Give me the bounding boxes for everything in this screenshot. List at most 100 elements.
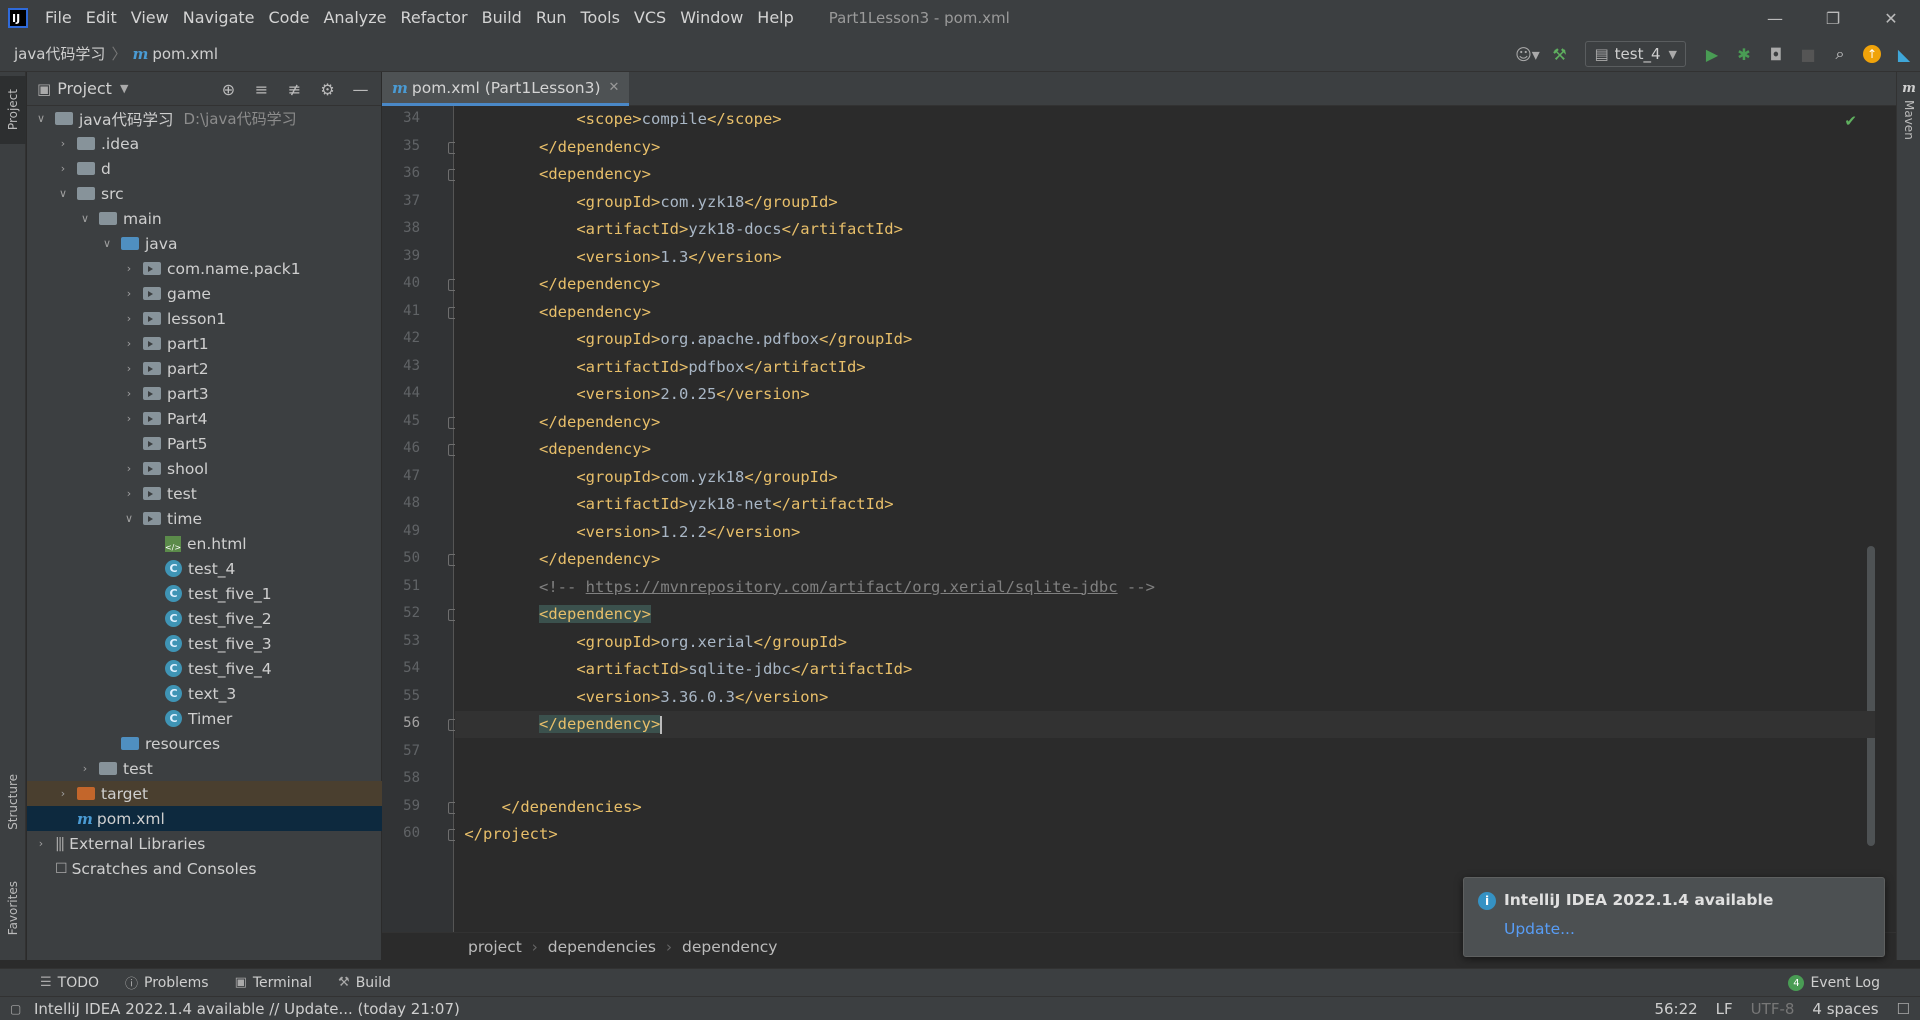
status-message[interactable]: IntelliJ IDEA 2022.1.4 available // Upda… xyxy=(34,1000,460,1018)
tree-item[interactable]: Ctest_five_1 xyxy=(27,581,382,606)
nav-crumb-file[interactable]: pom.xml xyxy=(152,45,218,63)
search-icon[interactable]: ⌕ xyxy=(1824,40,1856,68)
indent-setting[interactable]: 4 spaces xyxy=(1812,1000,1878,1018)
tree-item[interactable]: › d xyxy=(27,156,382,181)
gear-icon[interactable]: ⚙ xyxy=(311,80,344,99)
run-configuration-select[interactable]: ▤ test_4 ▼ xyxy=(1585,41,1686,67)
tree-item[interactable]: ∨ src xyxy=(27,181,382,206)
chevron-right-icon[interactable]: › xyxy=(121,262,137,275)
event-log-button[interactable]: 4 Event Log xyxy=(1788,969,1880,997)
tree-item[interactable]: Part5 xyxy=(27,431,382,456)
tree-item[interactable]: ☐ Scratches and Consoles xyxy=(27,856,382,881)
tree-item[interactable]: ∨ java xyxy=(27,231,382,256)
chevron-down-icon[interactable]: ▼ xyxy=(120,82,128,95)
menu-item[interactable]: VCS xyxy=(627,0,673,36)
code-editor[interactable]: ✔ <scope>compile</scope> </dependency> <… xyxy=(455,106,1875,932)
tree-item[interactable]: Ctest_five_4 xyxy=(27,656,382,681)
menu-item[interactable]: Refactor xyxy=(394,0,475,36)
tree-item[interactable]: › Part4 xyxy=(27,406,382,431)
tree-item[interactable]: › lesson1 xyxy=(27,306,382,331)
tree-item[interactable]: Ctest_4 xyxy=(27,556,382,581)
user-icon[interactable]: ☺▾ xyxy=(1511,40,1543,68)
chevron-right-icon[interactable]: › xyxy=(77,762,93,775)
chevron-right-icon[interactable]: › xyxy=(33,837,49,850)
chevron-down-icon[interactable]: ∨ xyxy=(99,237,115,250)
menu-item[interactable]: Analyze xyxy=(316,0,393,36)
tree-item[interactable]: › game xyxy=(27,281,382,306)
caret-position[interactable]: 56:22 xyxy=(1654,1000,1697,1018)
toggle-tool-windows-icon[interactable]: ▢ xyxy=(10,1002,21,1016)
code-with-me-icon[interactable]: ◣ xyxy=(1888,40,1920,68)
tree-item[interactable]: › target xyxy=(27,781,382,806)
menu-item[interactable]: Tools xyxy=(574,0,627,36)
chevron-down-icon[interactable]: ∨ xyxy=(121,512,137,525)
chevron-down-icon[interactable]: ∨ xyxy=(77,212,93,225)
chevron-right-icon[interactable]: › xyxy=(121,337,137,350)
tree-item[interactable]: Ctest_five_3 xyxy=(27,631,382,656)
tree-item[interactable]: › part1 xyxy=(27,331,382,356)
breadcrumb-item[interactable]: dependency xyxy=(682,938,777,956)
tree-item[interactable]: › com.name.pack1 xyxy=(27,256,382,281)
chevron-right-icon[interactable]: › xyxy=(55,787,71,800)
menu-item[interactable]: Navigate xyxy=(176,0,262,36)
tree-item[interactable]: </> en.html xyxy=(27,531,382,556)
close-icon[interactable]: ✕ xyxy=(1862,0,1920,36)
chevron-right-icon[interactable]: › xyxy=(121,312,137,325)
menu-item[interactable]: Build xyxy=(475,0,529,36)
tool-tab-project[interactable]: Project xyxy=(0,76,26,144)
menu-item[interactable]: Edit xyxy=(79,0,124,36)
chevron-right-icon[interactable]: › xyxy=(121,487,137,500)
chevron-right-icon[interactable]: › xyxy=(121,287,137,300)
collapse-all-icon[interactable]: ≢ xyxy=(278,80,311,99)
tree-item[interactable]: › test xyxy=(27,756,382,781)
breadcrumb-item[interactable]: project xyxy=(468,938,522,956)
build-hammer-icon[interactable]: ⚒ xyxy=(1543,40,1575,68)
line-separator[interactable]: LF xyxy=(1716,1000,1733,1018)
tool-tab-todo[interactable]: ☰ TODO xyxy=(40,975,99,991)
tree-item[interactable]: ∨ java代码学习 D:\java代码学习 xyxy=(27,106,382,131)
nav-crumb-project[interactable]: java代码学习 xyxy=(14,43,105,64)
comment-url-link[interactable]: https://mvnrepository.com/artifact/org.x… xyxy=(586,578,1118,596)
menu-item[interactable]: Code xyxy=(262,0,317,36)
tree-item[interactable]: › test xyxy=(27,481,382,506)
tree-item[interactable]: Ctext_3 xyxy=(27,681,382,706)
tree-item[interactable]: Ctest_five_2 xyxy=(27,606,382,631)
update-link[interactable]: Update... xyxy=(1504,920,1575,938)
debug-icon[interactable]: ✱ xyxy=(1728,40,1760,68)
tree-item[interactable]: › part3 xyxy=(27,381,382,406)
tree-item[interactable]: › .idea xyxy=(27,131,382,156)
tool-tab-structure[interactable]: Structure xyxy=(0,762,26,842)
menu-item[interactable]: Run xyxy=(529,0,574,36)
minimize-icon[interactable]: — xyxy=(1746,0,1804,36)
hide-icon[interactable]: — xyxy=(344,80,377,99)
tab-pom-xml[interactable]: m pom.xml (Part1Lesson3) ✕ xyxy=(382,72,630,106)
coverage-icon[interactable]: ◘ xyxy=(1760,40,1792,68)
close-tab-icon[interactable]: ✕ xyxy=(609,80,620,95)
menu-item[interactable]: Window xyxy=(673,0,750,36)
tree-item[interactable]: m pom.xml xyxy=(27,806,382,831)
tree-item[interactable]: ∨ time xyxy=(27,506,382,531)
restore-icon[interactable]: ❐ xyxy=(1804,0,1862,36)
tree-item[interactable]: › part2 xyxy=(27,356,382,381)
chevron-down-icon[interactable]: ∨ xyxy=(33,112,49,125)
menu-item[interactable]: File xyxy=(38,0,79,36)
chevron-right-icon[interactable]: › xyxy=(55,137,71,150)
tree-item[interactable]: › ||| External Libraries xyxy=(27,831,382,856)
project-panel-title[interactable]: Project xyxy=(57,79,112,98)
chevron-right-icon[interactable]: › xyxy=(55,162,71,175)
tool-tab-build[interactable]: ⚒ Build xyxy=(338,975,391,991)
stop-icon[interactable]: ■ xyxy=(1792,40,1824,68)
menu-item[interactable]: View xyxy=(124,0,176,36)
expand-all-icon[interactable]: ≡ xyxy=(245,80,278,99)
tool-tab-terminal[interactable]: ▣ Terminal xyxy=(235,975,312,991)
chevron-right-icon[interactable]: › xyxy=(121,412,137,425)
tool-tab-maven[interactable]: m Maven xyxy=(1897,78,1920,140)
update-icon[interactable]: ↑ xyxy=(1856,40,1888,68)
file-encoding[interactable]: UTF-8 xyxy=(1751,1000,1795,1018)
chevron-right-icon[interactable]: › xyxy=(121,362,137,375)
menu-item[interactable]: Help xyxy=(750,0,800,36)
tool-tab-problems[interactable]: ⓘ Problems xyxy=(125,973,209,993)
tree-item[interactable]: › shool xyxy=(27,456,382,481)
run-icon[interactable]: ▶ xyxy=(1696,40,1728,68)
tree-item[interactable]: C Timer xyxy=(27,706,382,731)
